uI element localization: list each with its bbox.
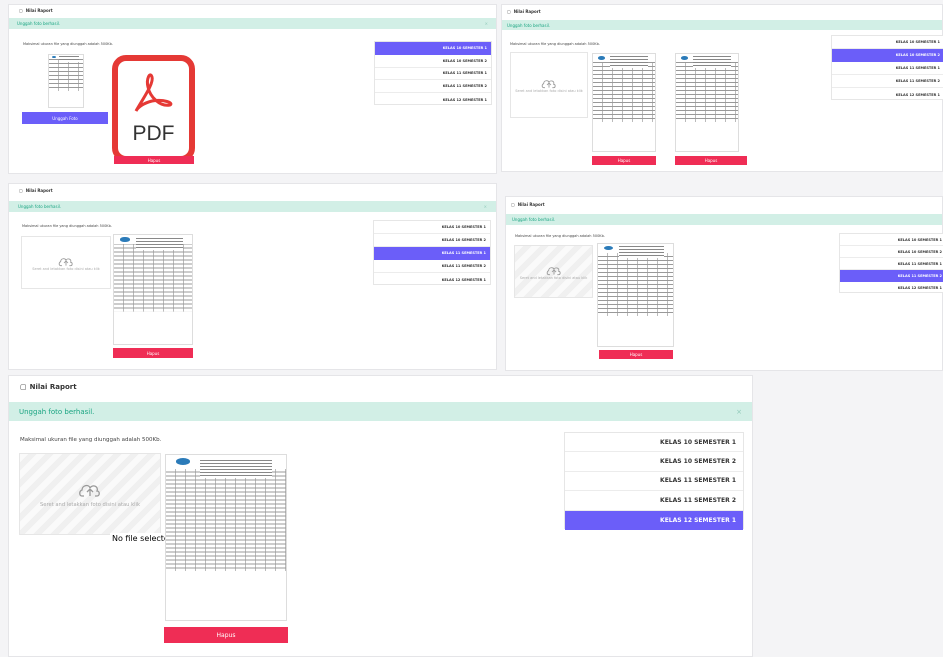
pdf-file-icon: PDF bbox=[112, 55, 195, 162]
dropzone-text: Seret and letakkan foto disini atau klik bbox=[515, 89, 583, 93]
close-icon[interactable]: × bbox=[484, 204, 487, 209]
cloud-upload-icon bbox=[79, 484, 100, 497]
max-size-text: Maksimal ukuran file yang diunggah adala… bbox=[515, 234, 605, 238]
semester-item[interactable]: KELAS 10 SEMESTER 2 bbox=[832, 49, 943, 62]
max-size-text: Maksimal ukuran file yang diunggah adala… bbox=[20, 437, 162, 443]
semester-item[interactable]: KELAS 12 SEMESTER 1 bbox=[840, 282, 943, 294]
semester-item[interactable]: KELAS 12 SEMESTER 1 bbox=[374, 273, 490, 286]
page-title: Nilai Raport bbox=[25, 188, 53, 193]
semester-list: KELAS 10 SEMESTER 1 KELAS 10 SEMESTER 2 … bbox=[373, 220, 491, 285]
book-icon: ▢ bbox=[20, 383, 27, 391]
semester-item[interactable]: KELAS 12 SEMESTER 1 bbox=[375, 93, 491, 106]
preview-thumbnail bbox=[675, 53, 739, 152]
success-alert: Unggah foto berhasil. × bbox=[9, 201, 496, 212]
semester-item[interactable]: KELAS 10 SEMESTER 2 bbox=[375, 55, 491, 68]
semester-item[interactable]: KELAS 11 SEMESTER 2 bbox=[375, 80, 491, 94]
panel-header: ▢ Nilai Raport bbox=[507, 9, 541, 14]
panel-4: ▢ Nilai Raport Unggah foto berhasil. Maks… bbox=[505, 196, 943, 371]
pdf-label: PDF bbox=[132, 122, 175, 145]
upload-dropzone[interactable]: Seret and letakkan foto disini atau klik bbox=[514, 245, 593, 298]
panel-3: ▢ Nilai Raport Unggah foto berhasil. × Mak… bbox=[8, 183, 497, 370]
preview-thumbnail bbox=[48, 54, 84, 108]
delete-button[interactable]: Hapus bbox=[164, 627, 288, 643]
panel-header: ▢ Nilai Raport bbox=[19, 188, 53, 193]
semester-item[interactable]: KELAS 10 SEMESTER 2 bbox=[565, 452, 743, 472]
preview-thumbnail bbox=[165, 454, 287, 621]
cloud-upload-icon bbox=[58, 257, 73, 266]
semester-item[interactable]: KELAS 10 SEMESTER 2 bbox=[374, 234, 490, 247]
dropzone-text: Seret and letakkan foto disini atau klik bbox=[40, 502, 140, 508]
success-message: Unggah foto berhasil. bbox=[17, 21, 61, 26]
panel-header: ▢ Nilai Raport bbox=[511, 202, 545, 207]
semester-item[interactable]: KELAS 11 SEMESTER 2 bbox=[832, 75, 943, 88]
semester-list: KELAS 10 SEMESTER 1 KELAS 10 SEMESTER 2 … bbox=[839, 233, 943, 293]
success-alert: Unggah foto berhasil. bbox=[502, 20, 942, 30]
success-message: Unggah foto berhasil. bbox=[18, 204, 62, 209]
success-message: Unggah foto berhasil. bbox=[512, 217, 556, 222]
upload-photo-button[interactable]: Unggah Foto bbox=[22, 112, 108, 124]
semester-item[interactable]: KELAS 11 SEMESTER 1 bbox=[832, 62, 943, 75]
semester-item[interactable]: KELAS 11 SEMESTER 1 bbox=[374, 247, 490, 260]
panel-1: ▢ Nilai Raport Unggah foto berhasil. × Mak… bbox=[8, 4, 497, 174]
panel-5: ▢ Nilai Raport Unggah foto berhasil. × Mak… bbox=[8, 375, 753, 657]
delete-button[interactable]: Hapus bbox=[599, 350, 673, 359]
success-alert: Unggah foto berhasil. bbox=[506, 214, 942, 225]
max-size-text: Maksimal ukuran file yang diunggah adala… bbox=[22, 224, 112, 228]
semester-item[interactable]: KELAS 10 SEMESTER 1 bbox=[840, 234, 943, 246]
preview-thumbnail bbox=[592, 53, 656, 152]
panel-2: ▢ Nilai Raport Unggah foto berhasil. Maks… bbox=[501, 4, 943, 172]
book-icon: ▢ bbox=[19, 188, 23, 193]
semester-item[interactable]: KELAS 10 SEMESTER 1 bbox=[375, 42, 491, 55]
upload-dropzone[interactable]: Seret and letakkan foto disini atau klik bbox=[21, 236, 111, 289]
book-icon: ▢ bbox=[19, 8, 23, 13]
upload-dropzone[interactable]: Seret and letakkan foto disini atau klik bbox=[510, 52, 588, 118]
book-icon: ▢ bbox=[511, 202, 515, 207]
semester-item[interactable]: KELAS 11 SEMESTER 1 bbox=[565, 472, 743, 492]
semester-item[interactable]: KELAS 11 SEMESTER 2 bbox=[840, 270, 943, 282]
semester-item[interactable]: KELAS 12 SEMESTER 1 bbox=[565, 510, 743, 530]
max-size-text: Maksimal ukuran file yang diunggah adala… bbox=[23, 42, 113, 46]
max-size-text: Maksimal ukuran file yang diunggah adala… bbox=[510, 42, 600, 46]
page-title: Nilai Raport bbox=[29, 383, 77, 391]
success-alert: Unggah foto berhasil. × bbox=[9, 402, 752, 421]
close-icon[interactable]: × bbox=[485, 21, 488, 26]
preview-thumbnail bbox=[113, 234, 193, 345]
delete-button[interactable]: Hapus bbox=[113, 348, 193, 358]
semester-list: KELAS 10 SEMESTER 1 KELAS 10 SEMESTER 2 … bbox=[374, 41, 492, 105]
success-alert: Unggah foto berhasil. × bbox=[9, 18, 496, 29]
semester-item[interactable]: KELAS 10 SEMESTER 1 bbox=[565, 433, 743, 453]
page-title: Nilai Raport bbox=[25, 8, 53, 13]
semester-list: KELAS 10 SEMESTER 1 KELAS 10 SEMESTER 2 … bbox=[831, 35, 943, 100]
semester-item[interactable]: KELAS 10 SEMESTER 1 bbox=[832, 36, 943, 49]
preview-thumbnail bbox=[597, 243, 674, 347]
dropzone-text: Seret and letakkan foto disini atau klik bbox=[32, 266, 100, 271]
semester-item[interactable]: KELAS 11 SEMESTER 2 bbox=[374, 260, 490, 273]
page-title: Nilai Raport bbox=[513, 9, 541, 14]
semester-item[interactable]: KELAS 12 SEMESTER 1 bbox=[832, 88, 943, 101]
success-message: Unggah foto berhasil. bbox=[507, 22, 551, 28]
page-title: Nilai Raport bbox=[517, 202, 545, 207]
cloud-upload-icon bbox=[546, 266, 561, 275]
semester-item[interactable]: KELAS 11 SEMESTER 1 bbox=[840, 258, 943, 270]
acrobat-icon bbox=[134, 73, 173, 112]
semester-item[interactable]: KELAS 10 SEMESTER 2 bbox=[840, 246, 943, 258]
delete-button[interactable]: Hapus bbox=[675, 156, 747, 165]
semester-item[interactable]: KELAS 11 SEMESTER 2 bbox=[565, 491, 743, 511]
close-icon[interactable]: × bbox=[736, 408, 742, 416]
panel-header: ▢ Nilai Raport bbox=[20, 383, 77, 391]
dropzone-text: Seret and letakkan foto disini atau klik bbox=[519, 275, 588, 280]
upload-dropzone[interactable]: Seret and letakkan foto disini atau klik bbox=[19, 453, 161, 535]
semester-item[interactable]: KELAS 11 SEMESTER 1 bbox=[375, 68, 491, 81]
semester-item[interactable]: KELAS 10 SEMESTER 1 bbox=[374, 221, 490, 234]
delete-button[interactable]: Hapus bbox=[592, 156, 656, 165]
panel-header: ▢ Nilai Raport bbox=[19, 8, 53, 13]
success-message: Unggah foto berhasil. bbox=[19, 407, 95, 416]
cloud-upload-icon bbox=[541, 80, 556, 89]
semester-list: KELAS 10 SEMESTER 1 KELAS 10 SEMESTER 2 … bbox=[564, 432, 744, 530]
delete-button[interactable]: Hapus bbox=[114, 156, 194, 164]
book-icon: ▢ bbox=[507, 9, 511, 14]
